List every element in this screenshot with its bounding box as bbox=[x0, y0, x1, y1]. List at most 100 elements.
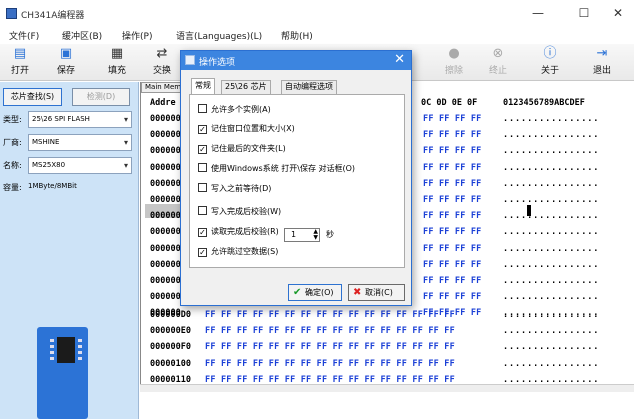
hex-bytes[interactable]: FF FF FF FF bbox=[423, 163, 482, 173]
hex-ascii[interactable]: ................ bbox=[503, 114, 599, 124]
save-icon: ▣ bbox=[59, 46, 73, 61]
checkbox-empty-icon[interactable] bbox=[198, 163, 207, 172]
dialog-icon bbox=[185, 55, 195, 65]
checkbox-checked-icon[interactable]: ✓ bbox=[198, 248, 207, 257]
name-select[interactable]: MS25X80 ▾ bbox=[28, 157, 132, 174]
hex-row[interactable]: 000000E0 FF FF FF FF FF FF FF FF FF FF FF… bbox=[141, 324, 634, 340]
save-button[interactable]: ▣ 保存 bbox=[48, 46, 84, 79]
type-select[interactable]: 25\26 SPI FLASH ▾ bbox=[28, 111, 132, 128]
checkbox-empty-icon[interactable] bbox=[198, 206, 207, 215]
hex-row[interactable]: 000000D0 FF FF FF FF FF FF FF FF FF FF FF… bbox=[141, 308, 634, 324]
address-header: Addre bbox=[150, 98, 176, 108]
hex-ascii[interactable]: ................ bbox=[503, 211, 599, 221]
fill-button[interactable]: ▦ 填充 bbox=[99, 46, 135, 79]
minimize-button[interactable]: — bbox=[526, 4, 550, 22]
close-button[interactable]: ✕ bbox=[606, 4, 630, 22]
hex-ascii[interactable]: ................ bbox=[503, 359, 599, 369]
checkbox-checked-icon[interactable]: ✓ bbox=[198, 125, 207, 134]
hex-bytes[interactable]: FF FF FF FF FF FF FF FF FF FF FF FF FF F… bbox=[205, 310, 455, 320]
hex-bytes[interactable]: FF FF FF FF bbox=[423, 130, 482, 140]
option-checkbox-5[interactable]: 写入之前等待(D) bbox=[198, 183, 271, 197]
checkbox-empty-icon[interactable] bbox=[198, 104, 207, 113]
hex-bytes[interactable]: FF FF FF FF bbox=[423, 195, 482, 205]
wait-unit-label: 秒 bbox=[326, 230, 334, 239]
hex-bytes[interactable]: FF FF FF FF bbox=[423, 276, 482, 286]
capacity-label: 容量: bbox=[3, 183, 22, 192]
option-checkbox-6[interactable]: 写入完成后校验(W) bbox=[198, 206, 281, 220]
swap-button[interactable]: ⇄ 交换 bbox=[144, 46, 180, 79]
capacity-value: 1MByte/8MBit bbox=[28, 182, 77, 190]
hex-bytes[interactable]: FF FF FF FF bbox=[423, 260, 482, 270]
options-dialog: 操作选项 ✕ 常规 25\26 芯片 自动编程选项 允许多个实例(A) ✓ 记住窗口… bbox=[180, 50, 412, 306]
hex-ascii[interactable]: ................ bbox=[503, 310, 599, 320]
hex-address: 00000100 bbox=[150, 358, 191, 369]
stop-button[interactable]: ⊗ 终止 bbox=[480, 46, 516, 79]
hex-ascii[interactable]: ................ bbox=[503, 146, 599, 156]
column-header: 0C 0D 0E 0F bbox=[421, 98, 478, 108]
hex-ascii[interactable]: ................ bbox=[503, 276, 599, 286]
hex-bytes[interactable]: FF FF FF FF bbox=[423, 146, 482, 156]
detect-chip-button[interactable]: 芯片查找(S) bbox=[3, 88, 62, 106]
menu-buffer[interactable]: 缓冲区(B) bbox=[62, 29, 102, 42]
hex-ascii[interactable]: ................ bbox=[503, 195, 599, 205]
horizontal-scrollbar[interactable] bbox=[140, 384, 634, 392]
hex-ascii[interactable]: ................ bbox=[503, 292, 599, 302]
dialog-title: 操作选项 bbox=[199, 58, 236, 68]
hex-ascii[interactable]: ................ bbox=[503, 163, 599, 173]
type-label: 类型: bbox=[3, 115, 22, 124]
hex-bytes[interactable]: FF FF FF FF bbox=[423, 211, 482, 221]
hex-ascii[interactable]: ................ bbox=[503, 244, 599, 254]
vendor-select[interactable]: MSHINE ▾ bbox=[28, 134, 132, 151]
hex-ascii[interactable]: ................ bbox=[503, 342, 599, 352]
hex-bytes[interactable]: FF FF FF FF bbox=[423, 114, 482, 124]
menu-language[interactable]: 语言(Languages)(L) bbox=[176, 29, 262, 42]
option-checkbox-3[interactable]: ✓ 记住最后的文件夹(L) bbox=[198, 143, 286, 157]
wait-seconds-stepper[interactable]: 1 ▲ ▼ bbox=[284, 228, 320, 242]
cancel-button[interactable]: ✖ 取消(C) bbox=[348, 284, 405, 301]
folder-open-icon: ▤ bbox=[13, 46, 27, 61]
exit-button[interactable]: ⇥ 退出 bbox=[584, 46, 620, 79]
tab-auto-program[interactable]: 自动编程选项 bbox=[281, 80, 337, 94]
tab-general[interactable]: 常规 bbox=[191, 78, 215, 94]
checkbox-checked-icon[interactable]: ✓ bbox=[198, 228, 207, 237]
checkbox-empty-icon[interactable] bbox=[198, 183, 207, 192]
hex-bytes[interactable]: FF FF FF FF bbox=[423, 292, 482, 302]
hex-bytes[interactable]: FF FF FF FF bbox=[423, 244, 482, 254]
option-checkbox-8[interactable]: ✓ 允许跳过空数据(S) bbox=[198, 246, 278, 260]
option-checkbox-4[interactable]: 使用Windows系统 打开\保存 对话框(O) bbox=[198, 163, 355, 177]
hex-bytes[interactable]: FF FF FF FF bbox=[423, 227, 482, 237]
spin-arrows-icon[interactable]: ▲ ▼ bbox=[313, 229, 318, 241]
dialog-title-bar: 操作选项 ✕ bbox=[181, 51, 411, 70]
ok-button[interactable]: ✔ 确定(O) bbox=[288, 284, 342, 301]
maximize-button[interactable]: ☐ bbox=[572, 4, 596, 22]
hex-bytes[interactable]: FF FF FF FF FF FF FF FF FF FF FF FF FF F… bbox=[205, 359, 455, 369]
hex-bytes[interactable]: FF FF FF FF FF FF FF FF FF FF FF FF FF F… bbox=[205, 326, 455, 336]
hex-address: 000000 bbox=[150, 114, 181, 124]
check-button[interactable]: 检测(D) bbox=[72, 88, 130, 106]
menu-file[interactable]: 文件(F) bbox=[9, 29, 39, 42]
dialog-close-icon[interactable]: ✕ bbox=[394, 52, 405, 68]
ascii-header: 0123456789ABCDEF bbox=[503, 98, 585, 108]
open-button[interactable]: ▤ 打开 bbox=[2, 46, 38, 79]
hex-ascii[interactable]: ................ bbox=[503, 130, 599, 140]
menu-operation[interactable]: 操作(P) bbox=[122, 29, 152, 42]
tab-25-26-chip[interactable]: 25\26 芯片 bbox=[221, 80, 271, 94]
hex-bytes[interactable]: FF FF FF FF bbox=[423, 179, 482, 189]
hex-address: 000000 bbox=[150, 227, 181, 238]
hex-ascii[interactable]: ................ bbox=[503, 179, 599, 189]
menu-help[interactable]: 帮助(H) bbox=[281, 29, 313, 42]
option-checkbox-1[interactable]: 允许多个实例(A) bbox=[198, 104, 271, 118]
hex-row[interactable]: 00000100 FF FF FF FF FF FF FF FF FF FF FF… bbox=[141, 357, 634, 373]
hex-ascii[interactable]: ................ bbox=[503, 260, 599, 270]
checkbox-checked-icon[interactable]: ✓ bbox=[198, 145, 207, 154]
hex-ascii[interactable]: ................ bbox=[503, 227, 599, 237]
hex-bytes[interactable]: FF FF FF FF FF FF FF FF FF FF FF FF FF F… bbox=[205, 342, 455, 352]
hex-address: 000000 bbox=[150, 259, 181, 270]
option-checkbox-7[interactable]: ✓ 读取完成后校验(R) bbox=[198, 226, 279, 240]
erase-button[interactable]: ● 擦除 bbox=[436, 46, 472, 79]
about-button[interactable]: ⓘ 关于 bbox=[532, 46, 568, 79]
option-checkbox-2[interactable]: ✓ 记住窗口位置和大小(X) bbox=[198, 123, 295, 137]
hex-ascii[interactable]: ................ bbox=[503, 326, 599, 336]
hex-row[interactable]: 000000F0 FF FF FF FF FF FF FF FF FF FF FF… bbox=[141, 340, 634, 356]
hex-address: 000000 bbox=[150, 146, 181, 157]
